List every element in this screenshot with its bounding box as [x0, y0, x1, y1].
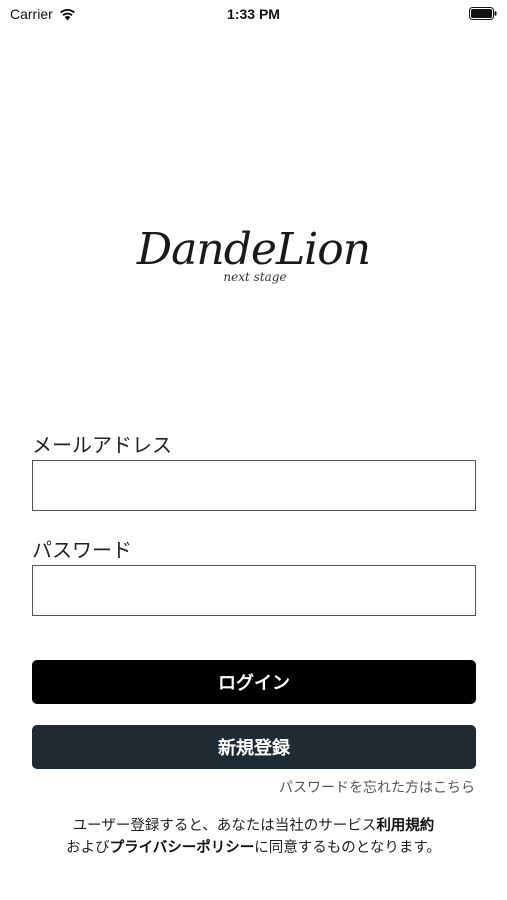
terms-line-1: ユーザー登録すると、あなたは当社のサービス利用規約 [0, 815, 507, 837]
status-time: 1:33 PM [227, 6, 280, 22]
password-field[interactable] [32, 565, 476, 616]
battery-icon [469, 7, 497, 20]
terms-notice: ユーザー登録すると、あなたは当社のサービス利用規約 およびプライバシーポリシーに… [0, 815, 507, 859]
forgot-password-link[interactable]: パスワードを忘れた方はこちら [279, 777, 475, 797]
app-logo: DandeLion next stage [0, 222, 507, 302]
password-label: パスワード [32, 538, 132, 562]
privacy-policy-link[interactable]: プライバシーポリシー [110, 840, 255, 856]
status-bar: Carrier 1:33 PM [0, 0, 507, 30]
register-button[interactable]: 新規登録 [32, 725, 476, 769]
email-field[interactable] [32, 460, 476, 511]
logo-tagline: next stage [223, 270, 287, 284]
login-button[interactable]: ログイン [32, 660, 476, 704]
terms-line1-text: ユーザー登録すると、あなたは当社のサービス [72, 818, 377, 834]
email-label: メールアドレス [32, 433, 172, 457]
terms-line-2: およびプライバシーポリシーに同意するものとなります。 [0, 837, 507, 859]
terms-line2-suffix: に同意するものとなります。 [254, 840, 441, 856]
terms-line2-prefix: および [66, 840, 110, 856]
terms-of-service-link[interactable]: 利用規約 [376, 818, 434, 834]
